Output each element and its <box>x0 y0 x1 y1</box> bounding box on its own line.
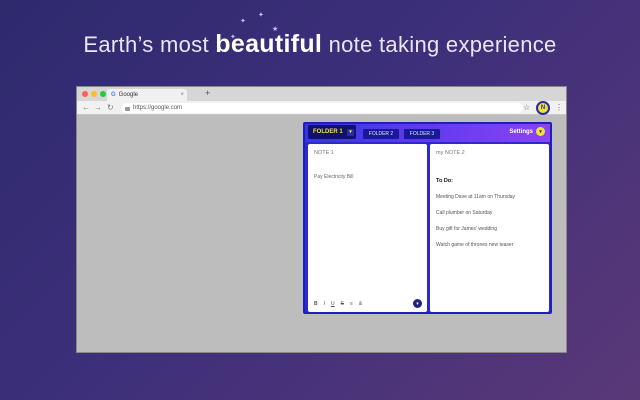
active-folder-label: FOLDER 1 <box>313 129 343 135</box>
close-window-button[interactable] <box>82 91 88 97</box>
browser-menu-icon[interactable]: ⋮ <box>555 103 563 112</box>
settings-dropdown-icon[interactable]: ▾ <box>536 127 545 136</box>
close-tab-icon[interactable]: × <box>180 92 184 98</box>
list-button[interactable]: ≡ <box>350 301 353 307</box>
todo-item[interactable]: Watch game of thrones new teaser <box>436 242 543 248</box>
tab-folder-3[interactable]: FOLDER 3 <box>404 129 440 139</box>
todo-heading: To Do: <box>436 178 454 184</box>
back-button[interactable]: ← <box>82 103 90 112</box>
browser-toolbar: ← → ↻ https://google.com ☆ N ⋮ <box>77 101 566 115</box>
folder-selector[interactable]: FOLDER 1 ▾ <box>308 125 356 139</box>
bookmark-star-icon[interactable]: ☆ <box>523 103 530 112</box>
tab-bar: G Google × + <box>77 87 566 101</box>
note-menu-icon[interactable]: ▾ <box>413 299 422 308</box>
popup-header: FOLDER 1 ▾ FOLDER 2 FOLDER 3 Settings ▾ <box>305 124 550 142</box>
note-card-1[interactable]: NOTE 1 Pay Electricity Bill B I U S ≡ & … <box>308 144 427 312</box>
note-title[interactable]: my NOTE 2 <box>436 150 543 156</box>
google-favicon-icon: G <box>111 92 116 98</box>
lock-icon <box>125 106 130 111</box>
star-icon: ✦ <box>240 18 246 25</box>
tab-folder-2[interactable]: FOLDER 2 <box>363 129 399 139</box>
bold-button[interactable]: B <box>314 301 318 307</box>
headline: Earth’s most beautiful note taking exper… <box>0 30 640 59</box>
todo-item[interactable]: Meeting Dave at 11am on Thursday <box>436 194 543 200</box>
italic-button[interactable]: I <box>324 301 325 307</box>
url-text: https://google.com <box>133 105 183 111</box>
settings-label: Settings <box>509 128 533 135</box>
tab-title: Google <box>118 92 139 98</box>
underline-button[interactable]: U <box>331 301 335 307</box>
new-tab-button[interactable]: + <box>205 88 210 98</box>
tab-google[interactable]: G Google × <box>107 89 187 101</box>
note-card-2[interactable]: my NOTE 2 To Do: Meeting Dave at 11am on… <box>430 144 549 312</box>
todo-item[interactable]: Call plumber on Saturday <box>436 210 543 216</box>
maximize-window-button[interactable] <box>100 91 106 97</box>
folder-dropdown-icon[interactable]: ▾ <box>347 128 354 136</box>
settings-button[interactable]: Settings ▾ <box>509 127 545 136</box>
headline-suffix: note taking experience <box>322 32 557 57</box>
todo-item[interactable]: Buy gift for James' wedding <box>436 226 543 232</box>
headline-emphasis: beautiful <box>215 30 323 58</box>
forward-button[interactable]: → <box>94 103 102 112</box>
link-button[interactable]: & <box>359 301 362 307</box>
note-extension-icon[interactable]: N <box>536 101 550 115</box>
star-icon: ✦ <box>258 12 264 19</box>
headline-prefix: Earth’s most <box>83 32 216 57</box>
strikethrough-button[interactable]: S <box>341 301 344 307</box>
address-bar[interactable]: https://google.com <box>121 103 523 113</box>
note-title[interactable]: NOTE 1 <box>314 150 421 156</box>
notes-popup: FOLDER 1 ▾ FOLDER 2 FOLDER 3 Settings ▾ … <box>303 122 552 314</box>
format-toolbar: B I U S ≡ & <box>314 301 362 307</box>
minimize-window-button[interactable] <box>91 91 97 97</box>
note-body-text[interactable]: Pay Electricity Bill <box>314 174 421 180</box>
reload-button[interactable]: ↻ <box>107 103 114 112</box>
